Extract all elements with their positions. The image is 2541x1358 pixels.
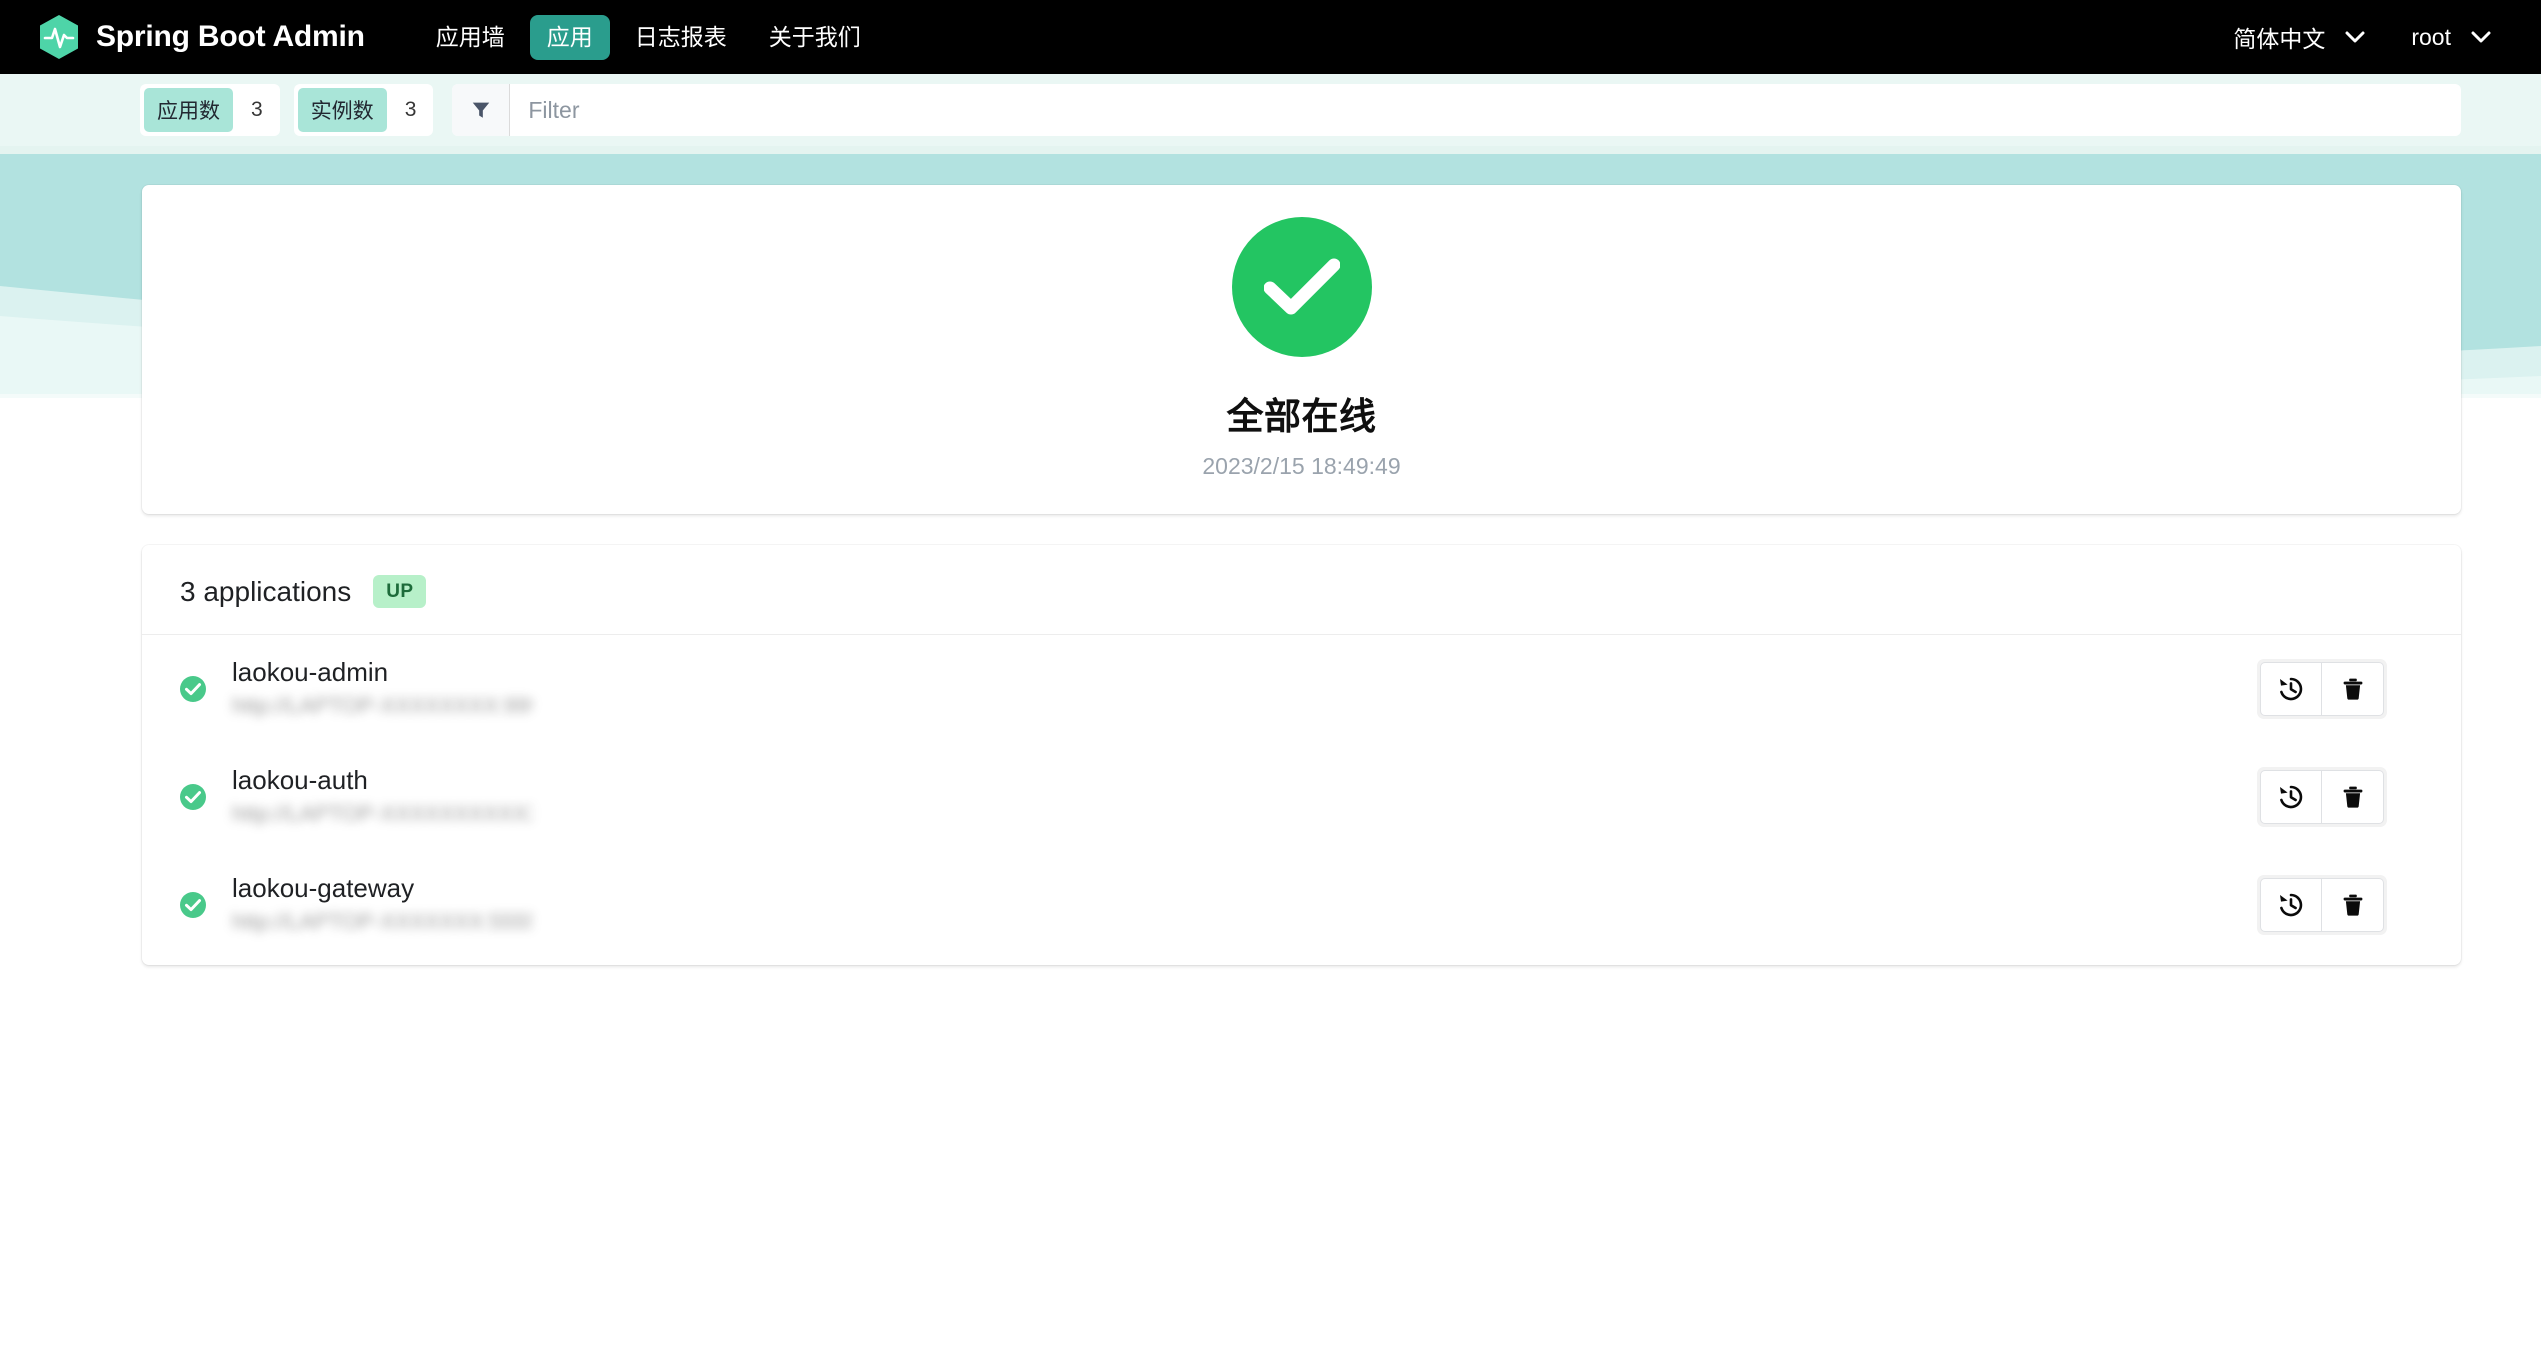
restore-button[interactable] bbox=[2260, 662, 2322, 716]
application-name: laokou-gateway bbox=[232, 872, 415, 903]
applications-card: 3 applications UP laokou-admin http://LA… bbox=[142, 545, 2461, 965]
history-restore-icon bbox=[2280, 785, 2303, 809]
brand-title: Spring Boot Admin bbox=[96, 20, 365, 53]
check-circle-icon bbox=[180, 676, 232, 702]
restore-button[interactable] bbox=[2260, 770, 2322, 824]
nav-item-applications[interactable]: 应用 bbox=[529, 14, 610, 60]
stat-instance-count: 实例数 3 bbox=[293, 84, 434, 136]
top-navbar: Spring Boot Admin 应用墙 应用 日志报表 关于我们 简体中文 … bbox=[0, 0, 2541, 74]
delete-button[interactable] bbox=[2322, 770, 2384, 824]
application-url: http://LAPTOP-XXXXXXX:5555/ bbox=[232, 909, 532, 935]
application-name: laokou-auth bbox=[232, 764, 368, 795]
funnel-icon[interactable] bbox=[452, 84, 511, 136]
nav-item-applications-wall[interactable]: 应用墙 bbox=[419, 15, 522, 60]
application-name: laokou-admin bbox=[232, 656, 389, 687]
history-restore-icon bbox=[2280, 677, 2303, 701]
trash-icon bbox=[2343, 786, 2362, 808]
primary-nav: 应用墙 应用 日志报表 关于我们 bbox=[419, 14, 878, 60]
row-action-group bbox=[2257, 767, 2387, 827]
applications-count-label: 3 applications bbox=[180, 575, 352, 607]
filter-field-group bbox=[452, 84, 2461, 136]
application-url: http://LAPTOP-XXXXXXXX:9994/ bbox=[232, 693, 532, 719]
filter-toolbar: 应用数 3 实例数 3 bbox=[0, 74, 2541, 146]
application-info: laokou-gateway http://LAPTOP-XXXXXXX:555… bbox=[232, 870, 2257, 941]
check-circle-icon bbox=[180, 784, 232, 810]
table-row[interactable]: laokou-gateway http://LAPTOP-XXXXXXX:555… bbox=[142, 851, 2461, 959]
chevron-down-icon bbox=[2471, 31, 2491, 43]
overall-status-timestamp: 2023/2/15 18:49:49 bbox=[1202, 453, 1401, 479]
table-row[interactable]: laokou-auth http://LAPTOP-XXXXXXXXXXX:1/ bbox=[142, 743, 2461, 851]
stat-application-count-label: 应用数 bbox=[144, 88, 233, 132]
user-menu-label: root bbox=[2411, 23, 2451, 50]
heartbeat-hexagon-logo-icon bbox=[38, 14, 80, 60]
check-circle-icon bbox=[180, 892, 232, 918]
applications-card-header: 3 applications UP bbox=[142, 545, 2461, 635]
history-restore-icon bbox=[2280, 893, 2303, 917]
navbar-right-group: 简体中文 root bbox=[2233, 20, 2501, 54]
stat-application-count-value: 3 bbox=[251, 98, 263, 121]
main-content: 全部在线 2023/2/15 18:49:49 3 applications U… bbox=[0, 146, 2541, 1358]
search-input[interactable] bbox=[510, 84, 2461, 136]
trash-icon bbox=[2343, 678, 2362, 700]
row-action-group bbox=[2257, 659, 2387, 719]
row-action-group bbox=[2257, 875, 2387, 935]
brand-home-link[interactable]: Spring Boot Admin bbox=[38, 14, 365, 60]
check-circle-icon bbox=[1231, 217, 1372, 357]
application-url: http://LAPTOP-XXXXXXXXXXX:1/ bbox=[232, 801, 532, 827]
chevron-down-icon bbox=[2345, 31, 2365, 43]
language-selector-label: 简体中文 bbox=[2233, 26, 2326, 52]
language-selector[interactable]: 简体中文 bbox=[2233, 20, 2365, 54]
table-row[interactable]: laokou-admin http://LAPTOP-XXXXXXXX:9994… bbox=[142, 635, 2461, 743]
restore-button[interactable] bbox=[2260, 878, 2322, 932]
stat-instance-count-value: 3 bbox=[404, 98, 417, 121]
stat-instance-count-label: 实例数 bbox=[297, 88, 387, 132]
trash-icon bbox=[2343, 894, 2362, 916]
application-info: laokou-auth http://LAPTOP-XXXXXXXXXXX:1/ bbox=[232, 762, 2257, 833]
stat-application-count: 应用数 3 bbox=[140, 84, 280, 136]
delete-button[interactable] bbox=[2322, 662, 2384, 716]
nav-item-about-us[interactable]: 关于我们 bbox=[752, 15, 878, 60]
application-info: laokou-admin http://LAPTOP-XXXXXXXX:9994… bbox=[232, 654, 2257, 725]
delete-button[interactable] bbox=[2322, 878, 2384, 932]
overall-status-title: 全部在线 bbox=[1226, 396, 1377, 437]
nav-item-log-report[interactable]: 日志报表 bbox=[618, 15, 744, 60]
status-badge: UP bbox=[373, 575, 427, 608]
user-menu[interactable]: root bbox=[2411, 24, 2491, 51]
overall-status-card: 全部在线 2023/2/15 18:49:49 bbox=[142, 185, 2461, 514]
